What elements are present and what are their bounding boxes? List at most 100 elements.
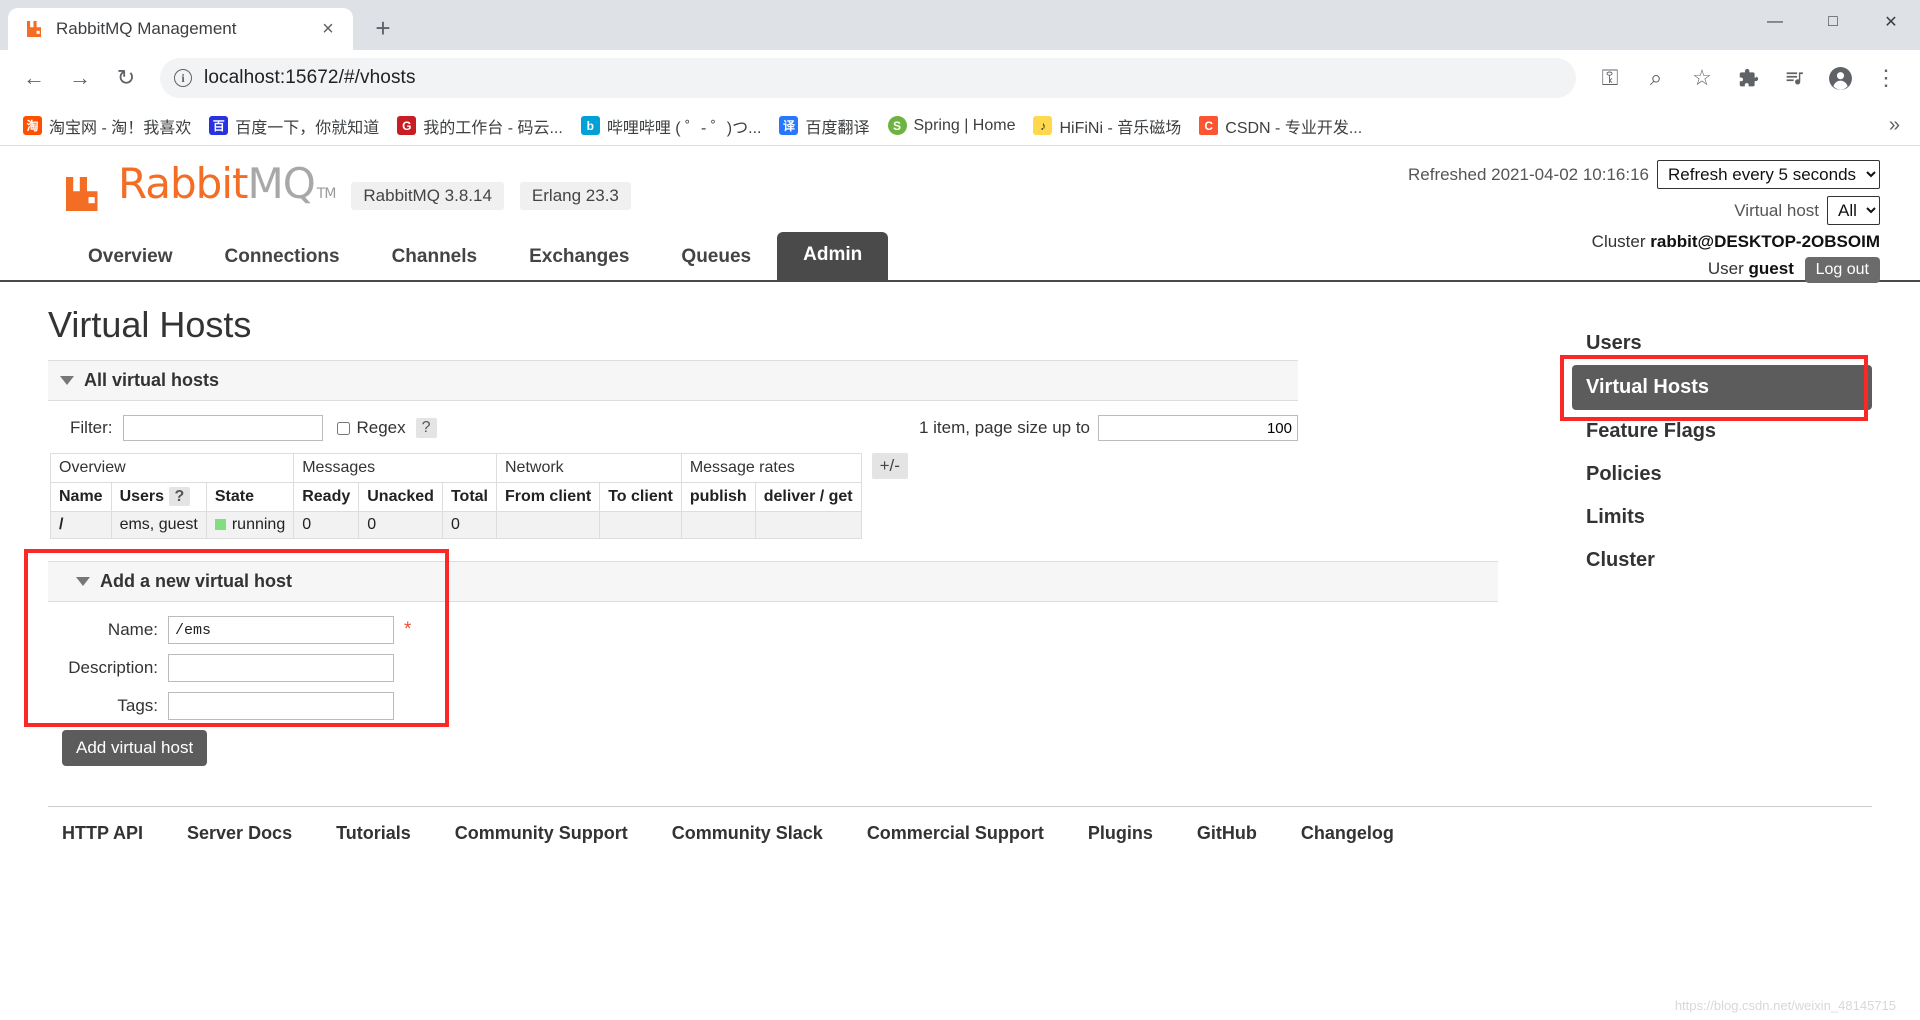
col-unacked[interactable]: Unacked [358, 482, 443, 512]
col-from-client[interactable]: From client [495, 482, 601, 512]
sidebar-item-virtual-hosts[interactable]: Virtual Hosts [1572, 365, 1872, 410]
vhost-description-input[interactable] [168, 654, 394, 682]
address-bar[interactable]: i localhost:15672/#/vhosts [160, 58, 1576, 98]
section-title: All virtual hosts [84, 370, 220, 390]
regex-label[interactable]: Regex [333, 418, 406, 438]
required-asterisk: * [404, 619, 412, 640]
reload-icon[interactable]: ↻ [106, 58, 146, 98]
filter-input[interactable] [122, 415, 323, 441]
new-tab-button[interactable]: + [363, 8, 403, 48]
footer-link-tutorials[interactable]: Tutorials [314, 823, 433, 844]
app-header: RabbitMQ TM RabbitMQ 3.8.14 Erlang 23.3 R… [0, 146, 1920, 283]
bookmark-item[interactable]: C CSDN - 专业开发... [1190, 110, 1371, 142]
user-info: User guest Log out [1408, 257, 1880, 283]
regex-checkbox[interactable] [336, 421, 350, 435]
tab-connections[interactable]: Connections [199, 236, 366, 280]
col-name[interactable]: Name [50, 482, 112, 512]
bookmark-label: HiFiNi - 音乐磁场 [1059, 119, 1182, 137]
admin-sidebar: Users Virtual Hosts Feature Flags Polici… [1560, 322, 1872, 582]
sidebar-item-users[interactable]: Users [1572, 322, 1872, 365]
password-key-icon[interactable]: ⚿ [1590, 58, 1630, 98]
col-publish[interactable]: publish [680, 482, 756, 512]
page-size-info: 1 item, page size up to [919, 415, 1298, 441]
bookmark-star-icon[interactable]: ☆ [1682, 58, 1722, 98]
col-to-client[interactable]: To client [599, 482, 682, 512]
bookmarks-overflow-icon[interactable]: » [1889, 114, 1906, 137]
all-virtual-hosts-section-header[interactable]: All virtual hosts [48, 360, 1298, 401]
bookmark-label: Spring | Home [913, 116, 1016, 134]
cluster-label: Cluster [1591, 232, 1646, 251]
sidebar-item-limits[interactable]: Limits [1572, 496, 1872, 539]
logo-trademark: TM [316, 186, 337, 202]
tab-overview[interactable]: Overview [62, 236, 199, 280]
footer-link-http-api[interactable]: HTTP API [62, 823, 165, 844]
group-header-overview: Overview [49, 453, 295, 483]
add-vhost-form: Name: * Description: Tags: Add virtual h… [48, 602, 1498, 780]
refresh-interval-select[interactable]: Refresh every 5 seconds [1657, 160, 1880, 189]
col-users[interactable]: Users ? [110, 482, 207, 512]
sidebar-item-feature-flags[interactable]: Feature Flags [1572, 410, 1872, 453]
browser-menu-icon[interactable]: ⋮ [1866, 58, 1906, 98]
browser-tab[interactable]: RabbitMQ Management × [8, 8, 353, 50]
window-controls: — □ ✕ [1746, 0, 1920, 44]
tab-strip: RabbitMQ Management × + — □ ✕ [0, 0, 1920, 50]
vhost-name-input[interactable] [168, 616, 394, 644]
state-running-indicator-icon [214, 519, 226, 530]
profile-avatar-icon[interactable] [1820, 58, 1860, 98]
footer-link-community-support[interactable]: Community Support [433, 823, 650, 844]
bookmark-item[interactable]: b 哔哩哔哩 ( ゜- ゜)つ... [572, 110, 771, 142]
bookmark-item[interactable]: S Spring | Home [879, 112, 1025, 139]
tab-channels[interactable]: Channels [366, 236, 504, 280]
bookmark-item[interactable]: 百 百度一下，你就知道 [200, 110, 388, 142]
sidebar-item-policies[interactable]: Policies [1572, 453, 1872, 496]
bookmark-item[interactable]: 译 百度翻译 [770, 110, 878, 142]
media-control-icon[interactable] [1774, 58, 1814, 98]
address-bar-url: localhost:15672/#/vhosts [204, 67, 416, 88]
virtual-hosts-table: Overview Messages Network Message rates … [49, 453, 862, 539]
sidebar-item-cluster[interactable]: Cluster [1572, 539, 1872, 582]
site-info-icon[interactable]: i [174, 69, 192, 87]
back-icon[interactable]: ← [14, 58, 54, 98]
vhost-filter-select[interactable]: All [1827, 196, 1880, 225]
window-close-icon[interactable]: ✕ [1862, 0, 1920, 44]
col-ready[interactable]: Ready [293, 482, 360, 512]
footer-link-commercial-support[interactable]: Commercial Support [845, 823, 1066, 844]
footer-link-server-docs[interactable]: Server Docs [165, 823, 314, 844]
window-maximize-icon[interactable]: □ [1804, 0, 1862, 44]
cell-to-client [599, 511, 682, 539]
cell-users: ems, guest [110, 511, 207, 539]
header-status-panel: Refreshed 2021-04-02 10:16:16 Refresh ev… [1408, 160, 1880, 288]
window-minimize-icon[interactable]: — [1746, 0, 1804, 44]
form-row-name: Name: * [48, 616, 1498, 644]
toggle-columns-button[interactable]: +/- [871, 453, 908, 479]
vhost-name-link[interactable]: / [59, 516, 63, 533]
add-virtual-host-button[interactable]: Add virtual host [62, 730, 208, 766]
bookmark-label: 百度翻译 [805, 119, 870, 137]
tab-exchanges[interactable]: Exchanges [503, 236, 655, 280]
col-state[interactable]: State [205, 482, 295, 512]
regex-help-icon[interactable]: ? [415, 418, 437, 438]
bookmark-item[interactable]: ♪ HiFiNi - 音乐磁场 [1024, 110, 1190, 142]
baidu-translate-icon: 译 [779, 116, 799, 135]
tab-admin[interactable]: Admin [777, 232, 889, 280]
footer-link-plugins[interactable]: Plugins [1066, 823, 1175, 844]
col-total[interactable]: Total [441, 482, 497, 512]
add-vhost-section-header[interactable]: Add a new virtual host [48, 561, 1498, 602]
bookmark-item[interactable]: 淘 淘宝网 - 淘！我喜欢 [14, 110, 200, 142]
page-size-input[interactable] [1098, 415, 1298, 441]
vhost-tags-input[interactable] [168, 692, 394, 720]
extensions-puzzle-icon[interactable] [1728, 58, 1768, 98]
forward-icon[interactable]: → [60, 58, 100, 98]
zoom-icon[interactable]: ⌕ [1636, 58, 1676, 98]
cell-name[interactable]: / [50, 511, 112, 539]
tab-queues[interactable]: Queues [655, 236, 777, 280]
chevron-down-icon [76, 577, 90, 586]
footer-link-changelog[interactable]: Changelog [1279, 823, 1416, 844]
logout-button[interactable]: Log out [1804, 257, 1880, 283]
bookmark-item[interactable]: G 我的工作台 - 码云... [388, 110, 572, 142]
footer-link-community-slack[interactable]: Community Slack [650, 823, 845, 844]
footer-link-github[interactable]: GitHub [1175, 823, 1279, 844]
col-deliver-get[interactable]: deliver / get [754, 482, 862, 512]
users-help-icon[interactable]: ? [168, 487, 191, 506]
tab-close-icon[interactable]: × [315, 16, 341, 42]
